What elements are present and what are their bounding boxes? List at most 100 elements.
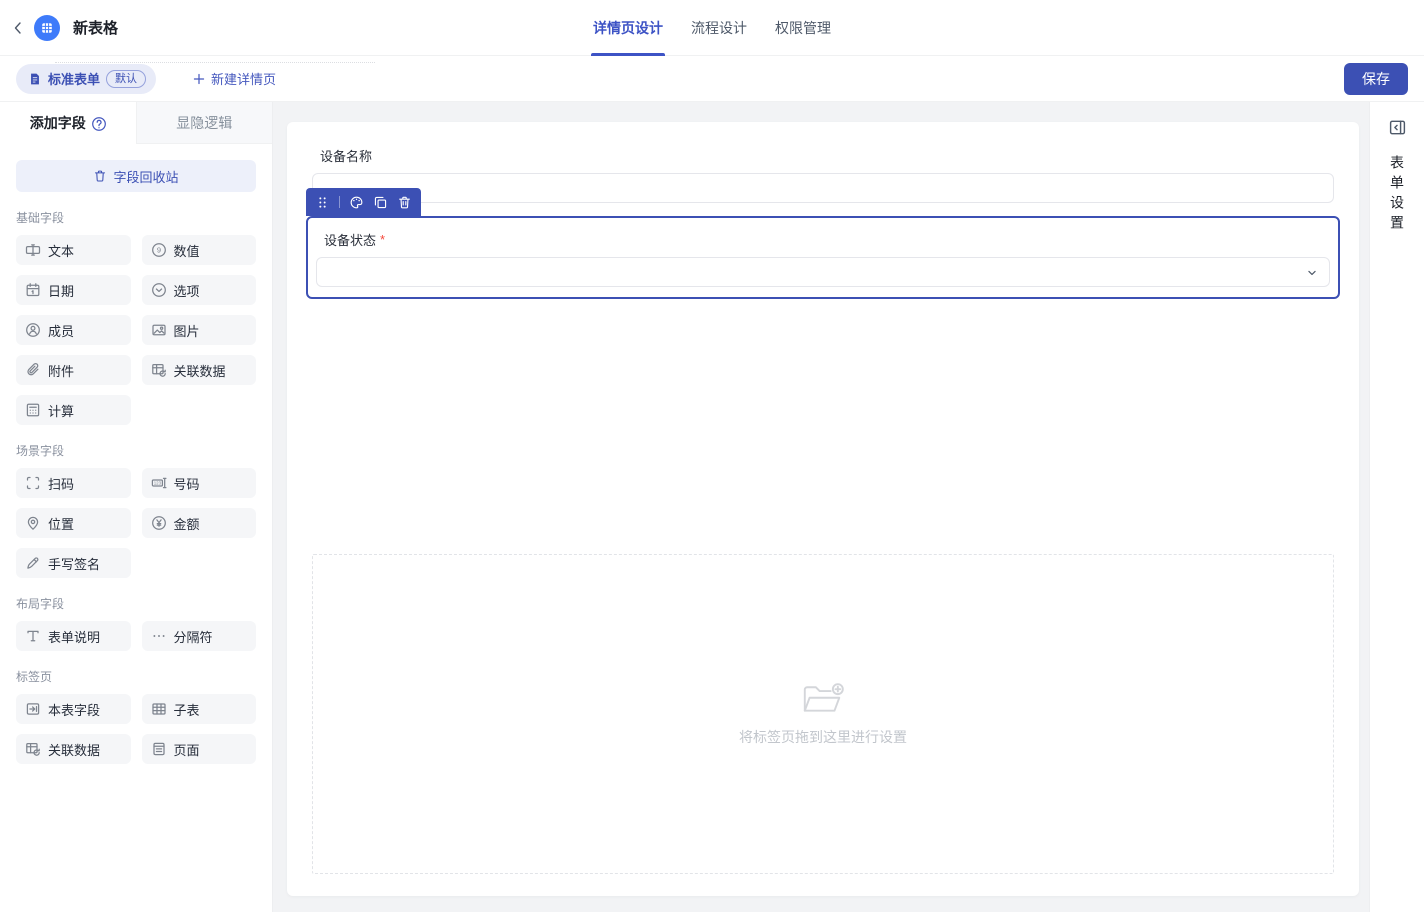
field-item-label: 选项 [174, 281, 200, 300]
field-grid: 本表字段子表关联数据 页面 [16, 694, 256, 764]
field-sidebar: 添加字段显隐逻辑 字段回收站 基础字段文本9数值日期选项成员图片附件关联数据计算… [0, 102, 273, 912]
field-group-title: 场景字段 [16, 442, 256, 459]
svg-text:123: 123 [153, 481, 161, 486]
field-item-label: 数值 [174, 241, 200, 260]
drag-handle-icon[interactable] [315, 195, 330, 210]
tab-flow-design[interactable]: 流程设计 [689, 0, 749, 56]
sidebar-content: 字段回收站 基础字段文本9数值日期选项成员图片附件关联数据计算场景字段扫码123… [0, 144, 272, 764]
selected-field-toolbar [306, 188, 421, 216]
linked-data-icon [151, 362, 167, 378]
field-item-label: 成员 [48, 321, 74, 340]
field-label: 设备名称 [320, 146, 1334, 165]
title-edit-underline [55, 62, 375, 63]
chevron-down-icon [1305, 266, 1319, 280]
field-item-member[interactable]: 成员 [16, 315, 131, 345]
device-name-input[interactable] [312, 173, 1334, 203]
calc-icon [25, 402, 41, 418]
field-group-title: 基础字段 [16, 209, 256, 226]
header-tabs: 详情页设计流程设计权限管理 [591, 0, 833, 56]
question-circle-icon[interactable] [91, 116, 106, 131]
trash-icon [93, 169, 107, 183]
delete-field-button[interactable] [397, 195, 412, 210]
form-tab-standard-form[interactable]: 标准表单 默认 [16, 64, 156, 94]
divider-icon [151, 628, 167, 644]
toolbar-divider [339, 196, 340, 208]
field-recycle-bin-button[interactable]: 字段回收站 [16, 160, 256, 192]
field-label: 设备状态 * [324, 230, 1334, 249]
field-item-scan[interactable]: 扫码 [16, 468, 131, 498]
form-settings-title[interactable]: 表单设置 [1387, 155, 1407, 235]
field-item-text[interactable]: 文本 [16, 235, 131, 265]
field-item-current-table-fields[interactable]: 本表字段 [16, 694, 131, 724]
select-icon [151, 282, 167, 298]
linked-data-tab-icon [25, 741, 41, 757]
body: 添加字段显隐逻辑 字段回收站 基础字段文本9数值日期选项成员图片附件关联数据计算… [0, 102, 1424, 912]
field-item-linked-data-tab[interactable]: 关联数据 [16, 734, 131, 764]
sidebar-tab-add-field[interactable]: 添加字段 [0, 102, 136, 144]
tab-dropzone[interactable]: 将标签页拖到这里进行设置 [312, 554, 1334, 874]
field-item-form-note[interactable]: 表单说明 [16, 621, 131, 651]
field-item-select[interactable]: 选项 [142, 275, 257, 305]
location-icon [25, 515, 41, 531]
field-item-label: 关联数据 [48, 740, 100, 759]
money-icon [151, 515, 167, 531]
field-item-calc[interactable]: 计算 [16, 395, 131, 425]
tab-detail-design[interactable]: 详情页设计 [591, 0, 665, 56]
member-icon [25, 322, 41, 338]
plus-icon [192, 72, 206, 86]
field-item-subtable[interactable]: 子表 [142, 694, 257, 724]
field-item-page[interactable]: 页面 [142, 734, 257, 764]
field-item-label: 分隔符 [174, 627, 213, 646]
field-group-title: 布局字段 [16, 595, 256, 612]
new-detail-page-label: 新建详情页 [211, 69, 276, 88]
field-style-button[interactable] [349, 195, 364, 210]
document-icon [28, 72, 42, 86]
tab-permission[interactable]: 权限管理 [773, 0, 833, 56]
detail-page-toolbar: 标准表单 默认 新建详情页 保存 [0, 56, 1424, 102]
default-badge: 默认 [106, 70, 146, 88]
chevron-left-icon [10, 20, 26, 36]
page-title[interactable]: 新表格 [73, 17, 118, 38]
field-item-label: 日期 [48, 281, 74, 300]
attachment-icon [25, 362, 41, 378]
panel-collapse-icon[interactable] [1388, 118, 1407, 137]
field-item-signature[interactable]: 手写签名 [16, 548, 131, 578]
sidebar-tabs: 添加字段显隐逻辑 [0, 102, 272, 144]
field-label-text: 设备名称 [320, 146, 372, 165]
field-item-number[interactable]: 9数值 [142, 235, 257, 265]
current-table-fields-icon [25, 701, 41, 717]
field-item-image[interactable]: 图片 [142, 315, 257, 345]
field-item-serial[interactable]: 123号码 [142, 468, 257, 498]
field-item-linked-data[interactable]: 关联数据 [142, 355, 257, 385]
recycle-bin-label: 字段回收站 [113, 167, 178, 186]
form-settings-strip: 表单设置 [1369, 102, 1424, 912]
field-grid: 表单说明 分隔符 [16, 621, 256, 651]
field-item-divider[interactable]: 分隔符 [142, 621, 257, 651]
toolbar-left: 标准表单 默认 新建详情页 [16, 64, 276, 94]
text-icon [25, 242, 41, 258]
field-item-date[interactable]: 日期 [16, 275, 131, 305]
date-icon [25, 282, 41, 298]
form-field-device-status-selected[interactable]: 设备状态 * [306, 216, 1340, 299]
field-label-text: 设备状态 [324, 230, 376, 249]
field-item-money[interactable]: 金额 [142, 508, 257, 538]
back-button[interactable] [8, 18, 28, 38]
field-grid: 文本 9数值日期 选项成员 图片附件 关联数据计算 [16, 235, 256, 425]
duplicate-field-button[interactable] [373, 195, 388, 210]
form-tab-label: 标准表单 [48, 69, 100, 88]
field-item-label: 手写签名 [48, 554, 100, 573]
field-grid: 扫码 123号码位置金额手写签名 [16, 468, 256, 578]
field-item-label: 计算 [48, 401, 74, 420]
field-item-location[interactable]: 位置 [16, 508, 131, 538]
image-icon [151, 322, 167, 338]
field-item-attachment[interactable]: 附件 [16, 355, 131, 385]
device-status-select[interactable] [316, 257, 1330, 287]
sidebar-tab-visibility-logic[interactable]: 显隐逻辑 [136, 102, 273, 144]
app-grid-icon[interactable] [34, 15, 60, 41]
field-item-label: 关联数据 [174, 361, 226, 380]
field-item-label: 扫码 [48, 474, 74, 493]
save-button[interactable]: 保存 [1344, 63, 1408, 95]
form-field-device-name[interactable]: 设备名称 [312, 146, 1334, 203]
design-canvas: 设备名称 [273, 102, 1369, 912]
new-detail-page-button[interactable]: 新建详情页 [192, 69, 276, 88]
